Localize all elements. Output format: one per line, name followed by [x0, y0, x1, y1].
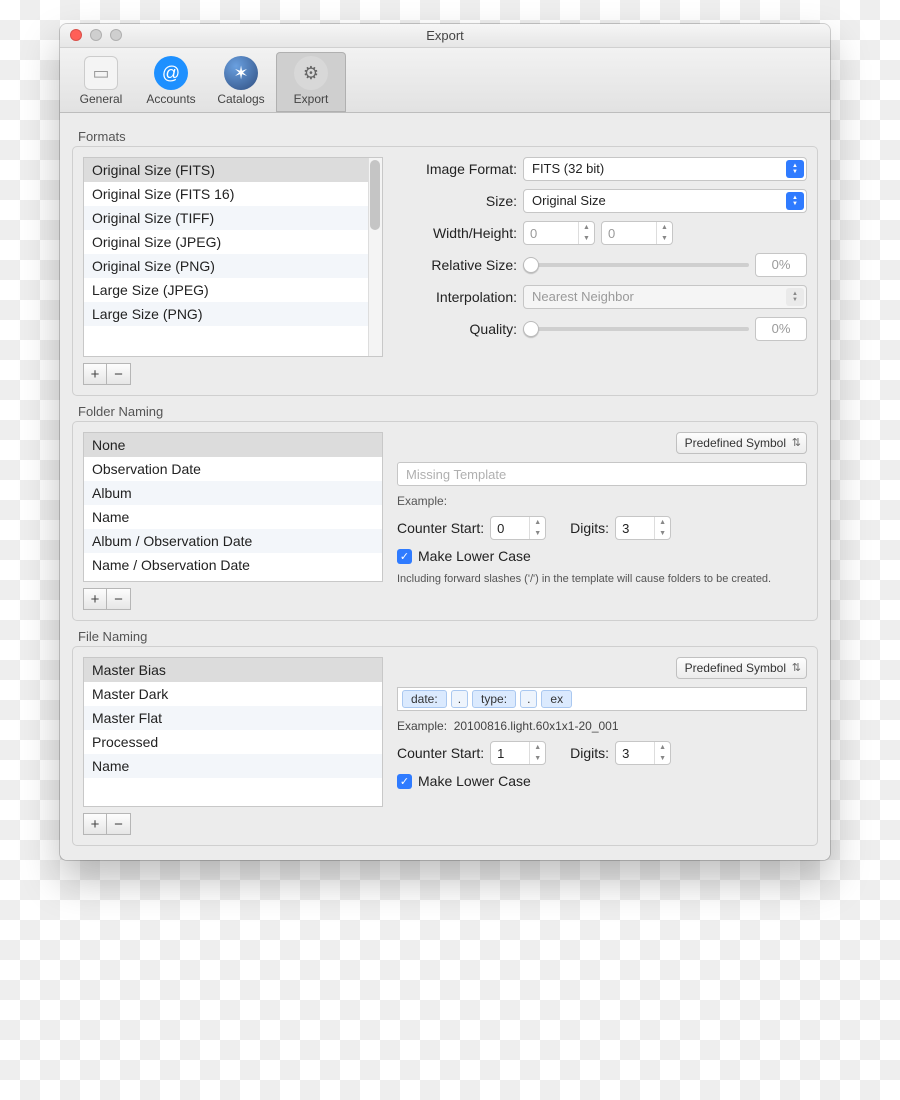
folder-digits-stepper[interactable]: 3▲▼	[615, 516, 671, 540]
template-token[interactable]: .	[520, 690, 537, 708]
quality-value: 0%	[755, 317, 807, 341]
folder-template-field[interactable]: Missing Template	[397, 462, 807, 486]
file-counter-start-stepper[interactable]: 1▲▼	[490, 741, 546, 765]
list-item[interactable]: Name	[84, 505, 382, 529]
remove-folder-template-button[interactable]: −	[107, 588, 131, 610]
list-item[interactable]: Large Size (PNG)	[84, 302, 382, 326]
remove-format-button[interactable]: −	[107, 363, 131, 385]
remove-file-template-button[interactable]: −	[107, 813, 131, 835]
add-folder-template-button[interactable]: +	[83, 588, 107, 610]
folder-counter-start-stepper[interactable]: 0▲▼	[490, 516, 546, 540]
check-icon: ✓	[397, 774, 412, 789]
relative-size-label: Relative Size:	[397, 257, 517, 273]
formats-panel: Original Size (FITS) Original Size (FITS…	[72, 146, 818, 396]
list-item[interactable]: Observation Date	[84, 457, 382, 481]
quality-label: Quality:	[397, 321, 517, 337]
close-icon[interactable]	[70, 29, 82, 41]
list-item[interactable]: Master Bias	[84, 658, 382, 682]
height-stepper[interactable]: 0▲▼	[601, 221, 673, 245]
file-naming-label: File Naming	[78, 629, 818, 644]
file-digits-label: Digits:	[570, 745, 609, 761]
width-height-label: Width/Height:	[397, 225, 517, 241]
preferences-window: Export ▭ General @ Accounts ✶ Catalogs ⚙…	[60, 24, 830, 860]
template-token[interactable]: type:	[472, 690, 516, 708]
template-token[interactable]: .	[451, 690, 468, 708]
file-lowercase-checkbox[interactable]: ✓ Make Lower Case	[397, 773, 807, 789]
folder-counter-start-label: Counter Start:	[397, 520, 484, 536]
gear-icon: ⚙	[294, 56, 328, 90]
tab-accounts[interactable]: @ Accounts	[136, 52, 206, 112]
general-icon: ▭	[84, 56, 118, 90]
list-item[interactable]: Original Size (JPEG)	[84, 230, 382, 254]
file-naming-list[interactable]: Master Bias Master Dark Master Flat Proc…	[83, 657, 383, 807]
folder-naming-list[interactable]: None Observation Date Album Name Album /…	[83, 432, 383, 582]
globe-icon: ✶	[224, 56, 258, 90]
list-item[interactable]: Name / Observation Date	[84, 553, 382, 577]
minimize-icon[interactable]	[90, 29, 102, 41]
template-token[interactable]: date:	[402, 690, 447, 708]
list-item[interactable]: Master Dark	[84, 682, 382, 706]
file-digits-stepper[interactable]: 3▲▼	[615, 741, 671, 765]
image-format-select[interactable]: FITS (32 bit)	[523, 157, 807, 181]
tab-catalogs[interactable]: ✶ Catalogs	[206, 52, 276, 112]
zoom-icon[interactable]	[110, 29, 122, 41]
file-template-field[interactable]: date: . type: . ex	[397, 687, 807, 711]
file-example: Example: 20100816.light.60x1x1-20_001	[397, 719, 807, 733]
at-icon: @	[154, 56, 188, 90]
folder-naming-label: Folder Naming	[78, 404, 818, 419]
folder-predefined-symbol-button[interactable]: Predefined Symbol	[676, 432, 807, 454]
file-naming-panel: Master Bias Master Dark Master Flat Proc…	[72, 646, 818, 846]
tab-export[interactable]: ⚙ Export	[276, 52, 346, 112]
tab-general[interactable]: ▭ General	[66, 52, 136, 112]
folder-digits-label: Digits:	[570, 520, 609, 536]
toolbar: ▭ General @ Accounts ✶ Catalogs ⚙ Export	[60, 48, 830, 113]
size-label: Size:	[397, 193, 517, 209]
interpolation-label: Interpolation:	[397, 289, 517, 305]
folder-hint: Including forward slashes ('/') in the t…	[397, 572, 807, 586]
size-select[interactable]: Original Size	[523, 189, 807, 213]
interpolation-select[interactable]: Nearest Neighbor	[523, 285, 807, 309]
list-item[interactable]: Master Flat	[84, 706, 382, 730]
list-item[interactable]: Original Size (TIFF)	[84, 206, 382, 230]
file-predefined-symbol-button[interactable]: Predefined Symbol	[676, 657, 807, 679]
image-format-label: Image Format:	[397, 161, 517, 177]
formats-list[interactable]: Original Size (FITS) Original Size (FITS…	[83, 157, 383, 357]
add-file-template-button[interactable]: +	[83, 813, 107, 835]
file-counter-start-label: Counter Start:	[397, 745, 484, 761]
list-item[interactable]: Large Size (JPEG)	[84, 278, 382, 302]
add-format-button[interactable]: +	[83, 363, 107, 385]
check-icon: ✓	[397, 549, 412, 564]
quality-slider[interactable]	[523, 319, 749, 339]
list-item[interactable]: None	[84, 433, 382, 457]
list-item[interactable]: Original Size (FITS 16)	[84, 182, 382, 206]
list-item[interactable]: Original Size (FITS)	[84, 158, 382, 182]
list-item[interactable]: Original Size (PNG)	[84, 254, 382, 278]
folder-naming-panel: None Observation Date Album Name Album /…	[72, 421, 818, 621]
width-stepper[interactable]: 0▲▼	[523, 221, 595, 245]
formats-label: Formats	[78, 129, 818, 144]
folder-example-label: Example:	[397, 494, 807, 508]
list-item[interactable]: Album	[84, 481, 382, 505]
template-token[interactable]: ex	[541, 690, 572, 708]
titlebar: Export	[60, 24, 830, 48]
folder-lowercase-checkbox[interactable]: ✓ Make Lower Case	[397, 548, 807, 564]
scrollbar[interactable]	[368, 158, 382, 356]
window-title: Export	[60, 24, 830, 48]
relative-size-slider[interactable]	[523, 255, 749, 275]
list-item[interactable]: Album / Observation Date	[84, 529, 382, 553]
list-item[interactable]: Name	[84, 754, 382, 778]
relative-size-value: 0%	[755, 253, 807, 277]
list-item[interactable]: Processed	[84, 730, 382, 754]
